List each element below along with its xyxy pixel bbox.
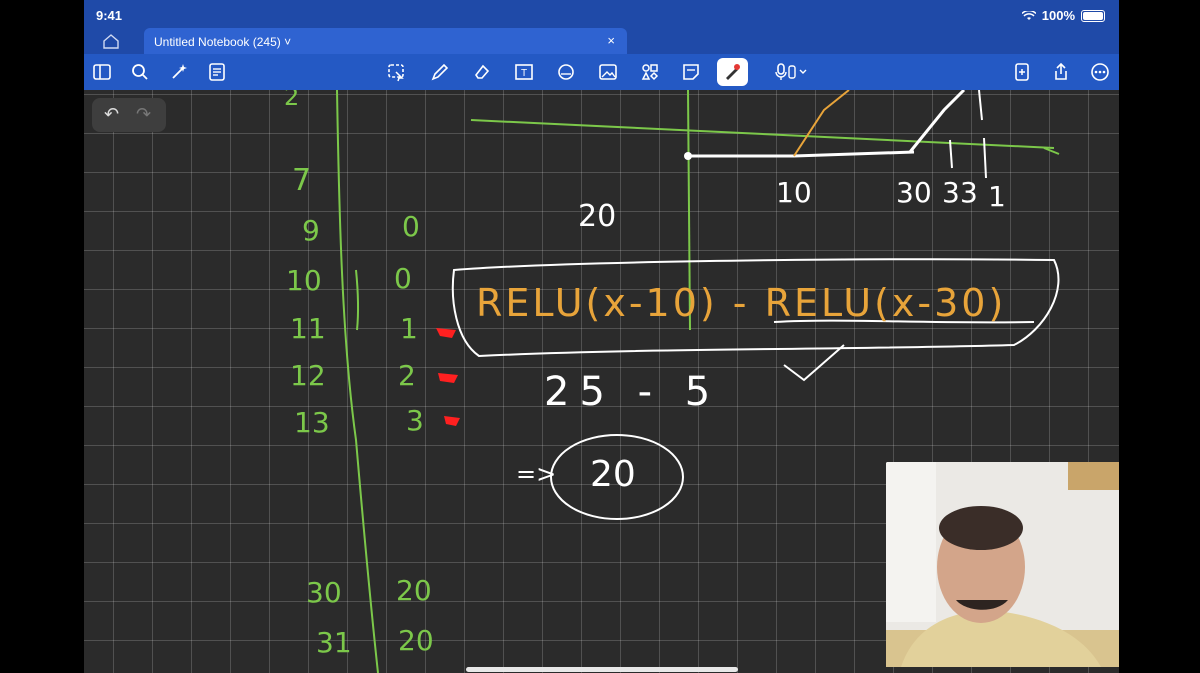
table-value: 10 (286, 264, 322, 297)
red-marker (444, 416, 460, 426)
sidebar-icon[interactable] (92, 62, 112, 82)
red-marker (436, 328, 456, 338)
microphone-icon[interactable] (774, 62, 810, 82)
table-value: 13 (294, 406, 330, 439)
table-value: 11 (290, 312, 326, 345)
calculation: 25 - 5 (544, 369, 720, 415)
relu-expression: RELU(x-10) - RELU(x-30) (476, 281, 1006, 325)
axis-label: 3 (960, 176, 978, 209)
webcam-overlay (886, 462, 1119, 667)
table-value: 31 (316, 626, 352, 659)
table-value: 1 (400, 312, 418, 345)
battery-icon (1081, 9, 1105, 22)
tab-title: Untitled Notebook (245) ˅ (154, 35, 292, 49)
home-icon[interactable] (102, 33, 120, 49)
wifi-icon (1021, 10, 1036, 20)
status-time: 9:41 (96, 8, 123, 23)
more-icon[interactable] (1090, 62, 1110, 82)
presenter-video (886, 462, 1119, 667)
value-20: 20 (578, 199, 616, 234)
elements-icon[interactable] (640, 62, 660, 82)
lasso-icon[interactable] (386, 62, 406, 82)
tab-bar: Untitled Notebook (245) ˅ × (84, 28, 1119, 54)
toolbar: T (84, 54, 1119, 90)
axis-label: 30 (896, 176, 932, 209)
magic-icon[interactable] (169, 62, 189, 82)
table-value: 12 (290, 359, 326, 392)
axis-label: 1 (988, 180, 1006, 213)
table-value: 20 (396, 574, 432, 607)
table-value: 0 (394, 262, 412, 295)
relu-flat-white (688, 150, 915, 158)
status-right: 100% (1021, 8, 1105, 23)
x-axis-line (470, 119, 1055, 149)
red-marker (438, 373, 458, 383)
axis-label: 3 (942, 176, 960, 209)
svg-text:T: T (521, 68, 527, 79)
origin-dot (684, 152, 692, 160)
table-value: 0 (402, 210, 420, 243)
table-value: 3 (406, 404, 424, 437)
text-box-icon[interactable]: T (514, 62, 534, 82)
tab-notebook[interactable]: Untitled Notebook (245) ˅ × (144, 28, 627, 54)
search-icon[interactable] (130, 62, 150, 82)
tab-close-button[interactable]: × (607, 33, 615, 48)
image-icon[interactable] (598, 62, 618, 82)
axis-tick-marks (949, 90, 987, 179)
table-tick (355, 269, 360, 331)
laser-pointer-icon (726, 64, 740, 80)
document-list-icon[interactable] (207, 62, 227, 82)
axis-label: 10 (776, 176, 812, 209)
shapes-icon[interactable] (556, 62, 576, 82)
ipad-screen: 9:41 100% Untitled Notebook (245) ˅ × T (84, 0, 1119, 673)
result-arrow: => (516, 460, 556, 488)
add-page-icon[interactable] (1012, 62, 1032, 82)
sticky-note-icon[interactable] (681, 62, 701, 82)
axis-arrow (1043, 147, 1060, 155)
table-value: 9 (302, 214, 320, 247)
table-value: 30 (306, 576, 342, 609)
table-value: 2 (398, 359, 416, 392)
laser-pointer-button[interactable] (717, 58, 748, 86)
table-divider-line (336, 90, 379, 673)
check-mark (783, 344, 845, 382)
table-value: 7 (292, 163, 311, 198)
table-value: 2 (284, 90, 299, 111)
share-icon[interactable] (1051, 62, 1071, 82)
home-indicator[interactable] (466, 667, 738, 672)
table-value: 20 (398, 624, 434, 657)
eraser-icon[interactable] (472, 62, 492, 82)
result-value: 20 (590, 454, 636, 495)
relu-orange-ramp (793, 90, 850, 157)
pen-icon[interactable] (430, 62, 450, 82)
status-bar: 9:41 100% (84, 0, 1119, 28)
battery-percent: 100% (1041, 8, 1075, 23)
